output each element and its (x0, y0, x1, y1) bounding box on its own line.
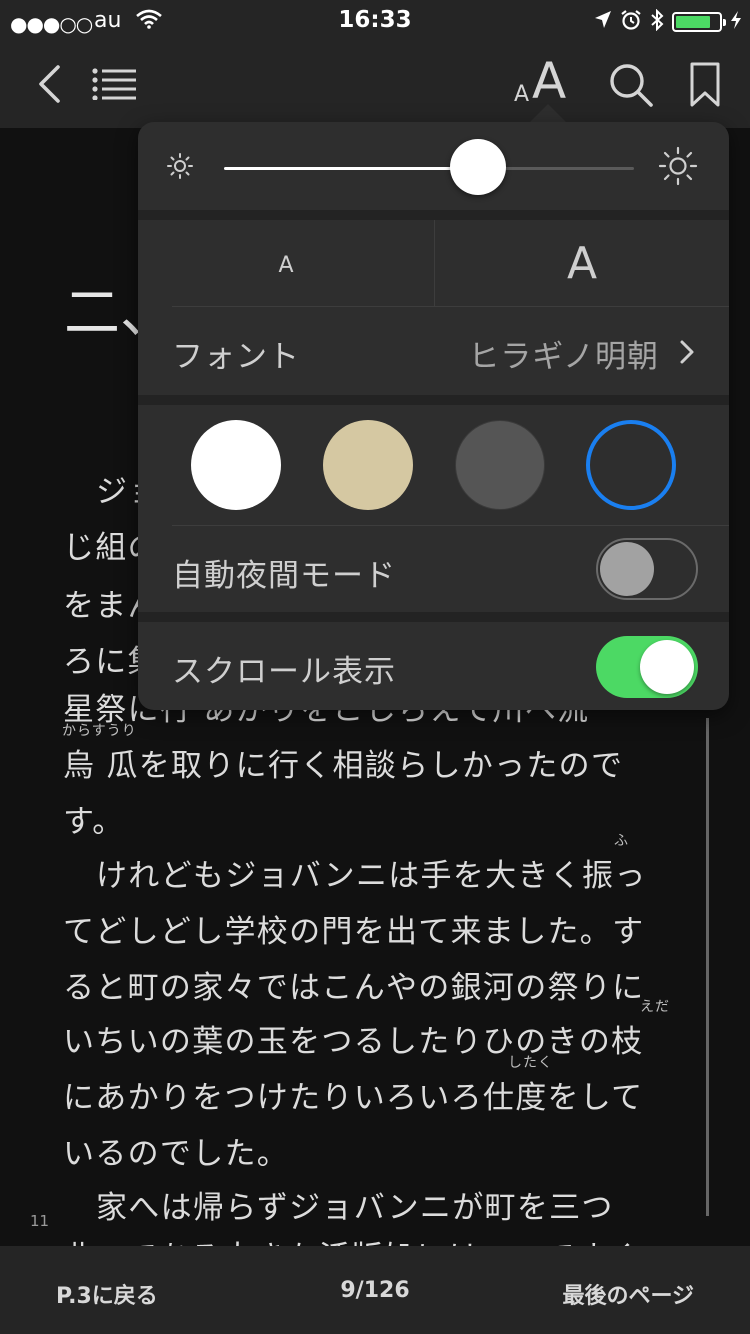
text-line: す。 (63, 804, 125, 840)
text-line: 家へは帰らずジョバンニが町を三つ (96, 1190, 614, 1226)
separator (138, 612, 729, 622)
scroll-mode-label: スクロール表示 (172, 654, 396, 690)
bottom-bar: P.3に戻る 9/126 最後のページ (0, 1246, 750, 1334)
font-value: ヒラギノ明朝 (468, 339, 659, 375)
text-line: けれどもジョバンニは手を大きく振っ (96, 858, 647, 894)
theme-sepia-button[interactable] (323, 420, 413, 510)
chevron-left-icon[interactable] (36, 64, 62, 108)
brightness-row (138, 122, 729, 210)
toggle-knob (640, 640, 694, 694)
ruby-annotation: したく (508, 1055, 553, 1071)
charging-icon (730, 10, 742, 34)
status-indicators (594, 8, 742, 35)
text-line: いるのでした。 (63, 1136, 290, 1172)
brightness-slider[interactable] (450, 139, 507, 195)
theme-gray-button[interactable] (455, 420, 545, 510)
chevron-right-icon (679, 339, 695, 369)
page-number: 11 (30, 1212, 50, 1230)
separator (138, 395, 729, 405)
text-line: ると町の家々ではこんやの銀河の祭りに (63, 970, 645, 1006)
battery-level (676, 16, 710, 28)
separator (138, 210, 729, 220)
scroll-mode-row: スクロール表示 (138, 622, 729, 710)
toolbar: A A (0, 40, 750, 129)
list-icon[interactable] (92, 68, 138, 104)
status-bar: ●●●○○ au 16:33 (0, 0, 750, 40)
text-size-large-icon: A (532, 52, 567, 110)
bluetooth-icon (650, 8, 664, 35)
brightness-low-icon (166, 152, 194, 184)
theme-white-button[interactable] (191, 420, 281, 510)
text-line: にあかりをつけたりいろいろ仕度をして (63, 1080, 644, 1116)
battery-icon (672, 12, 726, 32)
decrease-font-label: A (278, 253, 294, 278)
alarm-icon (620, 9, 642, 35)
appearance-popover: A A フォント ヒラギノ明朝 自動夜間モード スクロール表示 (138, 122, 729, 710)
text-line: てどしどし学校の門を出て来ました。す (63, 914, 645, 950)
popover-arrow (530, 104, 566, 122)
text-line: いちいの葉の玉をつるしたりひのきの枝 (63, 1024, 644, 1060)
scroll-indicator[interactable] (706, 718, 709, 1216)
text-size-small-icon: A (514, 82, 530, 107)
bookmark-icon[interactable] (690, 62, 720, 112)
ruby-annotation: えだ (640, 999, 670, 1015)
search-icon[interactable] (608, 62, 654, 112)
text-line: 烏 瓜を取りに行く相談らしかったので (63, 748, 624, 784)
auto-night-label: 自動夜間モード (172, 558, 396, 594)
last-page-button[interactable]: 最後のページ (562, 1278, 694, 1310)
text-size-button[interactable]: A A (512, 52, 574, 112)
auto-night-row: 自動夜間モード (138, 526, 729, 612)
font-label: フォント (172, 339, 300, 375)
scroll-mode-toggle[interactable] (596, 636, 698, 698)
toggle-knob (600, 542, 654, 596)
brightness-high-icon (658, 146, 698, 190)
divider (434, 220, 435, 306)
font-row[interactable]: フォント ヒラギノ明朝 (138, 307, 729, 395)
increase-font-label: A (566, 238, 598, 289)
auto-night-toggle[interactable] (596, 538, 698, 600)
brightness-track-fill (224, 167, 479, 170)
location-icon (594, 10, 612, 34)
theme-night-button[interactable] (586, 420, 676, 510)
ruby-annotation: からすうり (62, 723, 137, 739)
ruby-annotation: ふ (614, 833, 629, 849)
